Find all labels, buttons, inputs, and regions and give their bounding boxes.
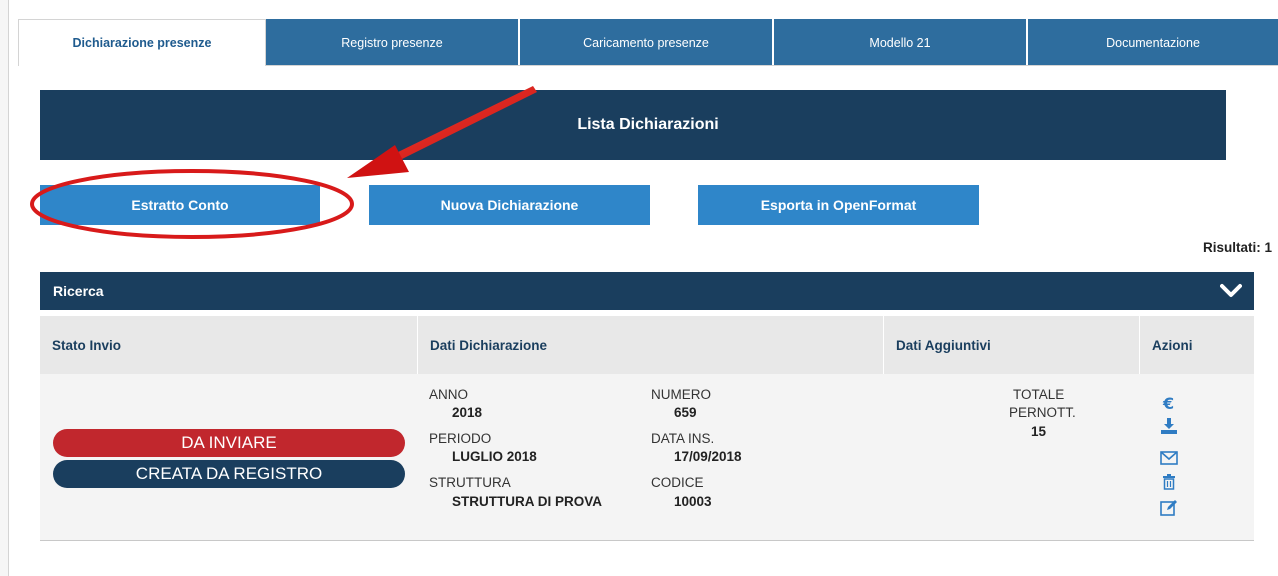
estratto-conto-button[interactable]: Estratto Conto <box>40 185 320 225</box>
numero-value: 659 <box>674 405 697 420</box>
search-title: Ricerca <box>53 283 104 299</box>
tab-registro-presenze[interactable]: Registro presenze <box>266 19 518 66</box>
download-icon[interactable] <box>1158 416 1180 436</box>
data-ins-value: 17/09/2018 <box>674 449 742 464</box>
anno-label: ANNO <box>429 387 469 402</box>
page-title-banner: Lista Dichiarazioni <box>40 90 1226 160</box>
numero-label: NUMERO <box>651 387 711 402</box>
tab-caricamento-presenze[interactable]: Caricamento presenze <box>520 19 772 66</box>
esporta-openformat-button[interactable]: Esporta in OpenFormat <box>698 185 979 225</box>
tab-modello-21[interactable]: Modello 21 <box>774 19 1026 66</box>
chevron-down-icon[interactable] <box>1220 283 1242 299</box>
tab-bar: Dichiarazione presenze Registro presenze… <box>18 19 1278 66</box>
codice-value: 10003 <box>674 494 712 509</box>
page-title: Lista Dichiarazioni <box>577 116 719 133</box>
data-ins-label: DATA INS. <box>651 431 715 446</box>
edit-icon[interactable] <box>1158 498 1180 518</box>
svg-text:€: € <box>1162 395 1174 411</box>
trash-icon[interactable] <box>1158 472 1180 492</box>
mail-icon[interactable] <box>1158 448 1180 468</box>
search-panel-header[interactable]: Ricerca <box>40 272 1254 310</box>
header-azioni: Azioni <box>1152 337 1193 353</box>
tab-dichiarazione-presenze[interactable]: Dichiarazione presenze <box>18 19 266 66</box>
header-dati-dichiarazione: Dati Dichiarazione <box>418 316 884 374</box>
periodo-label: PERIODO <box>429 431 492 446</box>
struttura-label: STRUTTURA <box>429 475 511 490</box>
tab-documentazione[interactable]: Documentazione <box>1028 19 1278 66</box>
declarations-table: Stato Invio Dati Dichiarazione Dati Aggi… <box>40 316 1254 541</box>
totale-label: TOTALE <box>1013 387 1065 402</box>
header-stato-invio: Stato Invio <box>40 316 418 374</box>
codice-label: CODICE <box>651 475 704 490</box>
struttura-value: STRUTTURA DI PROVA <box>452 494 602 509</box>
header-dati-aggiuntivi: Dati Aggiuntivi <box>884 316 1140 374</box>
status-badge-da-inviare: DA INVIARE <box>53 429 405 457</box>
euro-icon[interactable]: € <box>1158 393 1180 413</box>
pernott-label: PERNOTT. <box>1009 405 1076 420</box>
table-row: DA INVIARE CREATA DA REGISTRO ANNO 2018 … <box>40 374 1254 541</box>
nuova-dichiarazione-button[interactable]: Nuova Dichiarazione <box>369 185 650 225</box>
tab-divider <box>266 65 1278 66</box>
results-count: Risultati: 1 <box>1202 240 1272 255</box>
status-badge-creata-da-registro: CREATA DA REGISTRO <box>53 460 405 488</box>
periodo-value: LUGLIO 2018 <box>452 449 537 464</box>
anno-value: 2018 <box>452 405 483 420</box>
table-header: Stato Invio Dati Dichiarazione Dati Aggi… <box>40 316 1254 374</box>
totale-pernott-value: 15 <box>1031 424 1047 439</box>
